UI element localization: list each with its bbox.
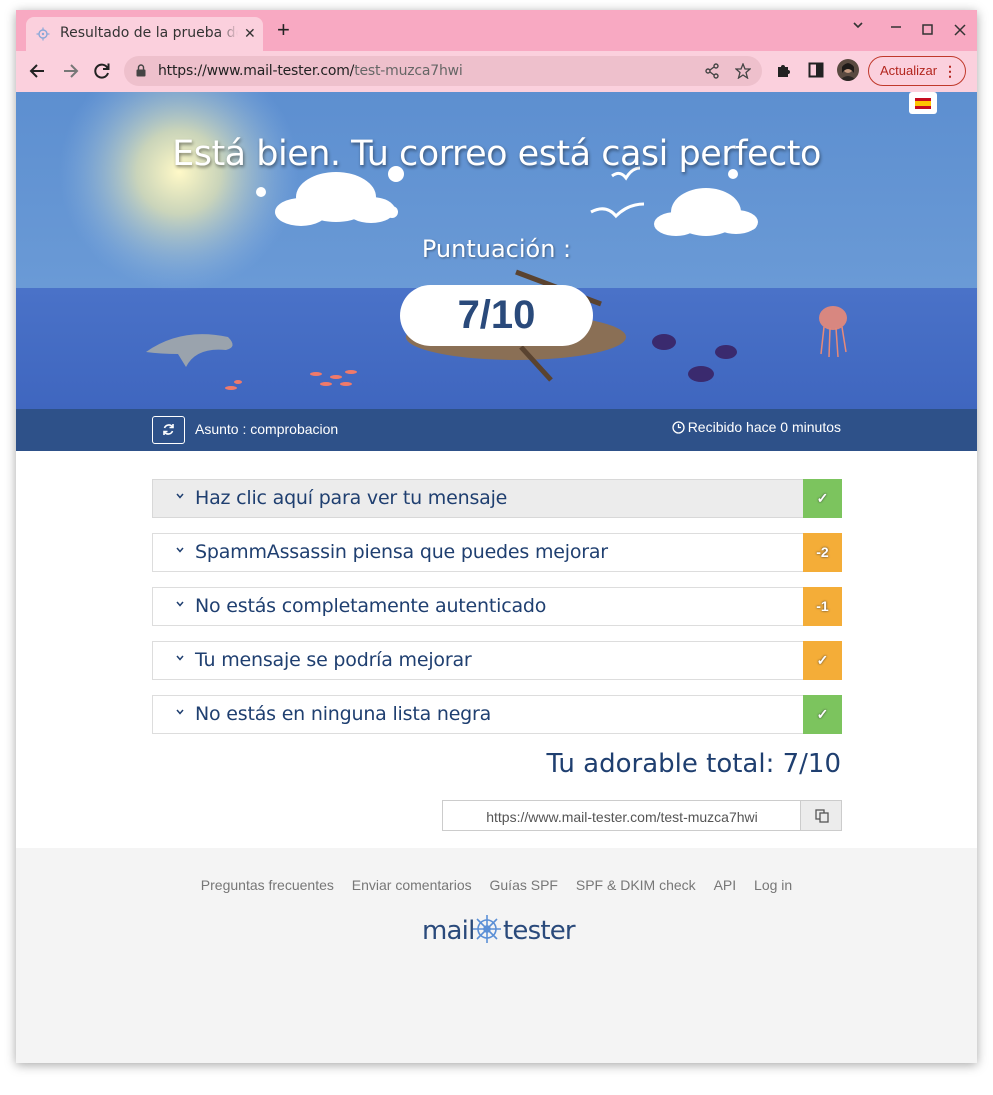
- url-domain: https://www.mail-tester.com/: [158, 63, 355, 79]
- result-row-authentication[interactable]: No estás completamente autenticado -1: [152, 587, 842, 626]
- tab-close-icon[interactable]: ✕: [244, 25, 256, 42]
- footer-link-feedback[interactable]: Enviar comentarios: [352, 877, 472, 893]
- result-label: Tu mensaje se podría mejorar: [195, 649, 472, 671]
- minimize-icon[interactable]: [890, 16, 902, 35]
- check-badge: ✓: [803, 479, 842, 518]
- forward-arrow-icon[interactable]: [60, 61, 80, 81]
- share-url-input[interactable]: https://www.mail-tester.com/test-muzca7h…: [442, 800, 800, 831]
- extensions-puzzle-icon[interactable]: [776, 62, 792, 78]
- received-time: Recibido hace 0 minutos: [672, 419, 841, 435]
- browser-toolbar: https://www.mail-tester.com/test-muzca7h…: [16, 51, 977, 93]
- back-arrow-icon[interactable]: [28, 61, 48, 81]
- window-close-icon[interactable]: [954, 23, 966, 41]
- score-value: 7/10: [457, 293, 536, 337]
- url-path: test-muzca7hwi: [354, 63, 463, 79]
- refresh-icon: [163, 424, 174, 435]
- maximize-icon[interactable]: [922, 23, 934, 41]
- score-badge: -2: [803, 533, 842, 572]
- total-score: Tu adorable total: 7/10: [546, 749, 842, 779]
- mail-tester-logo[interactable]: mail tester: [422, 912, 576, 946]
- result-row-spamassassin[interactable]: SpammAssassin piensa que puedes mejorar …: [152, 533, 842, 572]
- more-menu-icon[interactable]: ⋮: [943, 63, 957, 80]
- badge-value: -1: [816, 598, 829, 614]
- logo-text-tester: tester: [503, 916, 576, 946]
- side-panel-icon[interactable]: [808, 62, 824, 78]
- footer-link-faq[interactable]: Preguntas frecuentes: [201, 877, 334, 893]
- bookmark-star-icon[interactable]: [735, 63, 751, 79]
- spain-flag-icon[interactable]: [909, 92, 937, 114]
- result-row-view-message[interactable]: Haz clic aquí para ver tu mensaje ✓: [152, 479, 842, 518]
- chevron-down-icon: [176, 655, 184, 661]
- chevron-down-icon: [176, 547, 184, 553]
- url-text[interactable]: https://www.mail-tester.com/test-muzca7h…: [158, 63, 463, 79]
- copy-icon: [815, 809, 829, 823]
- score-label: Puntuación :: [421, 235, 572, 263]
- chevron-down-icon: [176, 601, 184, 607]
- check-badge: ✓: [803, 641, 842, 680]
- new-tab-button[interactable]: +: [277, 19, 290, 41]
- result-label: No estás en ninguna lista negra: [195, 703, 492, 725]
- seagull-icons: [590, 166, 645, 219]
- footer-link-login[interactable]: Log in: [754, 877, 792, 893]
- wheel-favicon-icon: [36, 27, 50, 41]
- badge-value: ✓: [816, 706, 829, 722]
- lock-icon[interactable]: [136, 64, 146, 77]
- score-pill: 7/10: [400, 285, 593, 346]
- check-badge: ✓: [803, 695, 842, 734]
- share-icon[interactable]: [704, 63, 720, 79]
- fish-school-icon: [225, 370, 357, 390]
- footer-link-api[interactable]: API: [714, 877, 737, 893]
- clock-icon: [672, 421, 685, 434]
- browser-window: Resultado de la prueba de spam ✕ +: [16, 10, 977, 1063]
- footer: Preguntas frecuentes Enviar comentarios …: [16, 848, 977, 1063]
- result-row-message-improve[interactable]: Tu mensaje se podría mejorar ✓: [152, 641, 842, 680]
- score-badge: -1: [803, 587, 842, 626]
- received-text: Recibido hace 0 minutos: [687, 419, 841, 435]
- copy-url-button[interactable]: [800, 800, 842, 831]
- cloud-right-icon: [654, 169, 758, 236]
- result-label: SpammAssassin piensa que puedes mejorar: [195, 541, 608, 563]
- result-label: Haz clic aquí para ver tu mensaje: [195, 487, 508, 509]
- address-bar[interactable]: https://www.mail-tester.com/test-muzca7h…: [124, 56, 762, 86]
- dolphin-icon: [146, 334, 233, 367]
- hero-title: Está bien. Tu correo está casi perfecto: [172, 134, 821, 174]
- badge-value: ✓: [816, 490, 829, 506]
- hero-banner: Está bien. Tu correo está casi perfecto …: [16, 92, 977, 409]
- reload-icon[interactable]: [92, 61, 112, 81]
- logo-text-mail: mail: [422, 916, 475, 946]
- result-label: No estás completamente autenticado: [195, 595, 547, 617]
- badge-value: ✓: [816, 652, 829, 668]
- results-list: Haz clic aquí para ver tu mensaje ✓ Spam…: [152, 479, 842, 749]
- share-url-text: https://www.mail-tester.com/test-muzca7h…: [486, 809, 758, 825]
- tropical-fish-icons: [652, 334, 737, 382]
- title-bar: Resultado de la prueba de spam ✕ +: [16, 10, 977, 51]
- update-button[interactable]: Actualizar ⋮: [868, 56, 966, 86]
- badge-value: -2: [816, 544, 829, 560]
- footer-link-spf-dkim[interactable]: SPF & DKIM check: [576, 877, 696, 893]
- chevron-down-icon: [176, 493, 184, 499]
- result-row-blacklist[interactable]: No estás en ninguna lista negra ✓: [152, 695, 842, 734]
- browser-tab[interactable]: Resultado de la prueba de spam ✕: [26, 17, 263, 51]
- refresh-button[interactable]: [152, 416, 185, 444]
- chevron-down-icon: [176, 709, 184, 715]
- footer-link-spf-guides[interactable]: Guías SPF: [490, 877, 558, 893]
- footer-links: Preguntas frecuentes Enviar comentarios …: [16, 877, 977, 893]
- ship-wheel-icon: [473, 915, 501, 943]
- profile-avatar[interactable]: [837, 59, 859, 81]
- page-content: Está bien. Tu correo está casi perfecto …: [16, 92, 977, 1063]
- update-label: Actualizar: [880, 63, 938, 78]
- tab-title: Resultado de la prueba de spam: [60, 25, 238, 41]
- subject-bar: Asunto : comprobacion Recibido hace 0 mi…: [16, 409, 977, 451]
- email-subject: Asunto : comprobacion: [195, 421, 339, 437]
- tab-search-chevron-icon[interactable]: [852, 18, 864, 36]
- jellyfish-icon: [819, 306, 847, 358]
